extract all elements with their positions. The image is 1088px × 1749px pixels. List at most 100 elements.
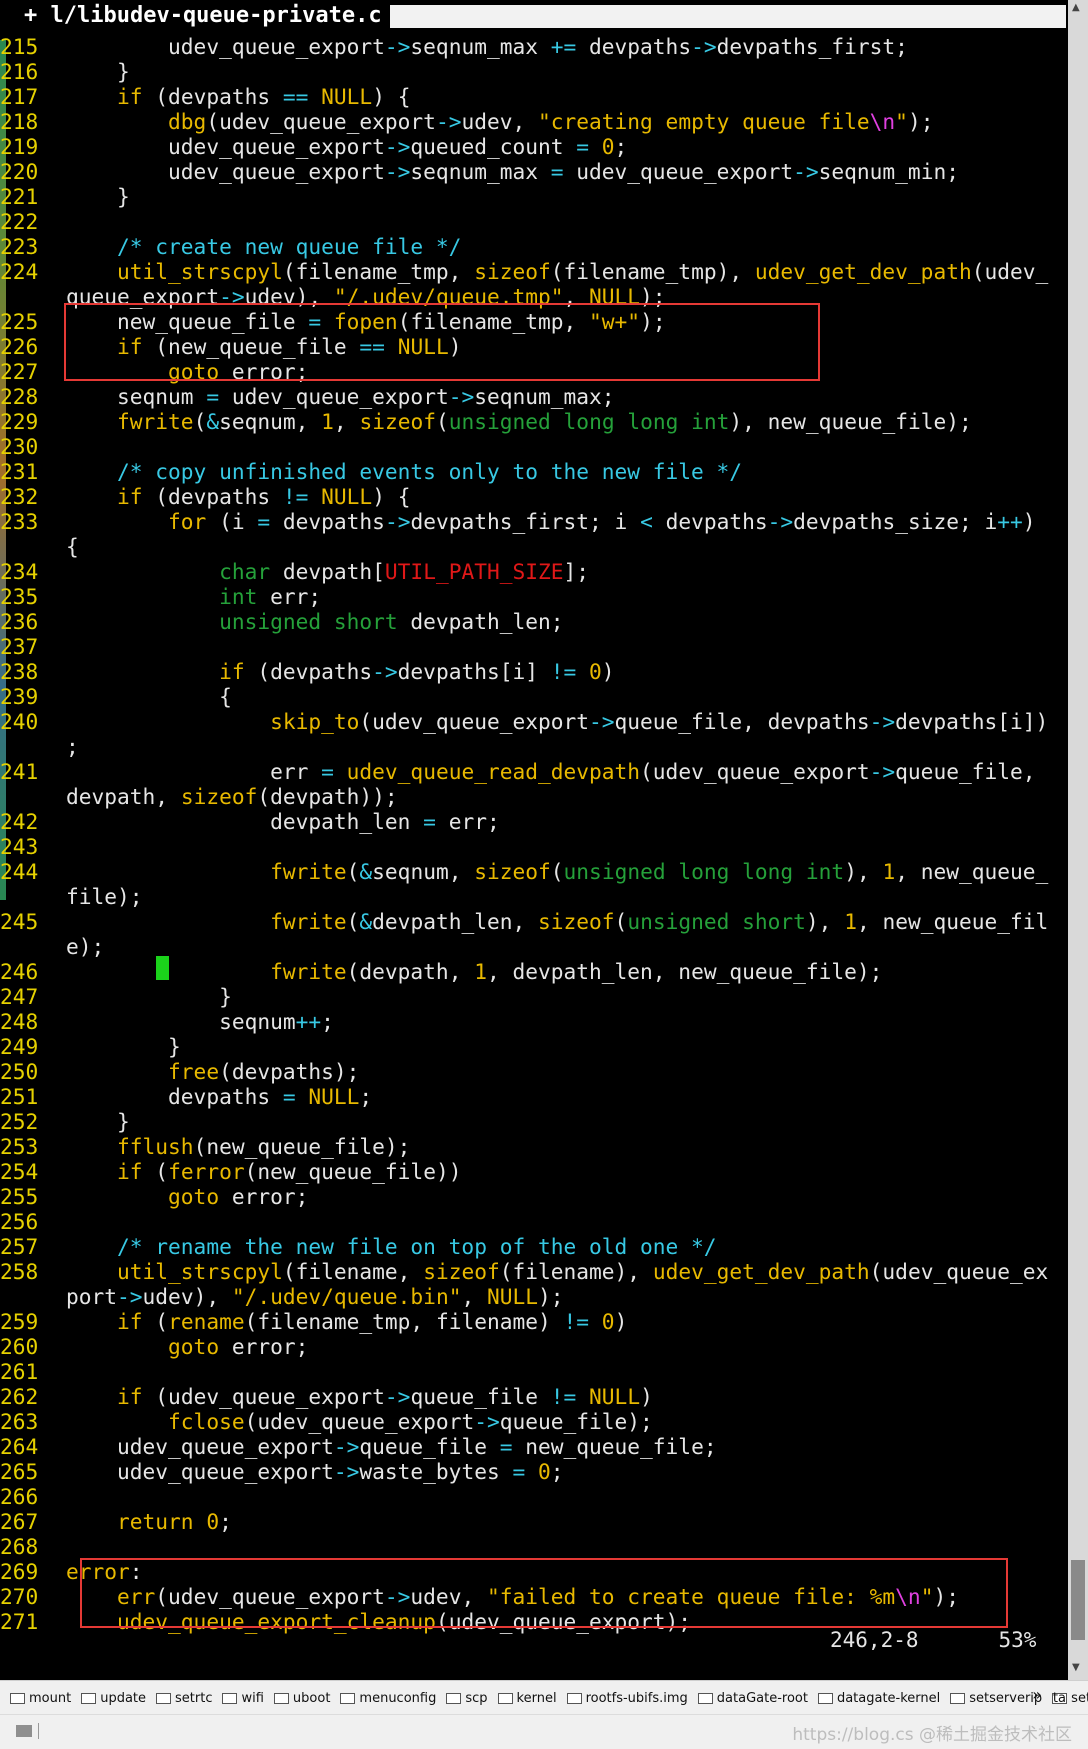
code-line[interactable]: 216 } bbox=[0, 59, 1048, 84]
code-line[interactable]: port->udev), "/.udev/queue.bin", NULL); bbox=[0, 1284, 1048, 1309]
code-text[interactable]: fflush(new_queue_file); bbox=[66, 1134, 410, 1159]
code-line[interactable]: 231 /* copy unfinished events only to th… bbox=[0, 459, 1048, 484]
code-line[interactable]: 254 if (ferror(new_queue_file)) bbox=[0, 1159, 1048, 1184]
code-text[interactable]: /* rename the new file on top of the old… bbox=[66, 1234, 717, 1259]
code-text[interactable]: dbg(udev_queue_export->udev, "creating e… bbox=[66, 109, 933, 134]
code-buffer[interactable]: 215 udev_queue_export->seqnum_max += dev… bbox=[0, 34, 1048, 1634]
code-text[interactable]: udev_queue_export->seqnum_max = udev_que… bbox=[66, 159, 959, 184]
code-text[interactable]: err(udev_queue_export->udev, "failed to … bbox=[66, 1584, 959, 1609]
bookmark-item[interactable]: datagate-kernel bbox=[817, 1691, 940, 1706]
code-text[interactable]: } bbox=[66, 59, 130, 84]
code-text[interactable]: fclose(udev_queue_export->queue_file); bbox=[66, 1409, 653, 1434]
code-line[interactable]: 266 bbox=[0, 1484, 1048, 1509]
code-line[interactable]: 260 goto error; bbox=[0, 1334, 1048, 1359]
code-text[interactable]: util_strscpyl(filename, sizeof(filename)… bbox=[66, 1259, 1048, 1284]
code-line[interactable]: 267 return 0; bbox=[0, 1509, 1048, 1534]
code-text[interactable]: if (ferror(new_queue_file)) bbox=[66, 1159, 461, 1184]
code-line[interactable]: 236 unsigned short devpath_len; bbox=[0, 609, 1048, 634]
code-line[interactable]: 227 goto error; bbox=[0, 359, 1048, 384]
code-text[interactable]: new_queue_file = fopen(filename_tmp, "w+… bbox=[66, 309, 666, 334]
code-text[interactable]: unsigned short devpath_len; bbox=[66, 609, 563, 634]
code-line[interactable]: ; bbox=[0, 734, 1048, 759]
code-text[interactable]: for (i = devpaths->devpaths_first; i < d… bbox=[66, 509, 1036, 534]
code-line[interactable]: 252 } bbox=[0, 1109, 1048, 1134]
scroll-up-icon[interactable]: ▲ bbox=[1072, 2, 1084, 14]
code-line[interactable]: devpath, sizeof(devpath)); bbox=[0, 784, 1048, 809]
code-text[interactable]: udev_queue_export->queue_file = new_queu… bbox=[66, 1434, 717, 1459]
code-line[interactable]: 221 } bbox=[0, 184, 1048, 209]
code-text[interactable]: return 0; bbox=[66, 1509, 232, 1534]
code-line[interactable]: 218 dbg(udev_queue_export->udev, "creati… bbox=[0, 109, 1048, 134]
code-text[interactable]: udev_queue_export_cleanup(udev_queue_exp… bbox=[66, 1609, 691, 1634]
code-text[interactable]: } bbox=[66, 984, 232, 1009]
code-text[interactable]: goto error; bbox=[66, 359, 308, 384]
code-text[interactable]: free(devpaths); bbox=[66, 1059, 359, 1084]
code-line[interactable]: 234 char devpath[UTIL_PATH_SIZE]; bbox=[0, 559, 1048, 584]
code-text[interactable]: devpaths = NULL; bbox=[66, 1084, 372, 1109]
code-text[interactable]: devpath, sizeof(devpath)); bbox=[66, 784, 398, 809]
code-line[interactable]: 242 devpath_len = err; bbox=[0, 809, 1048, 834]
code-text[interactable]: file); bbox=[66, 884, 143, 909]
bookmark-item[interactable]: uboot bbox=[273, 1691, 330, 1706]
code-text[interactable]: udev_queue_export->queued_count = 0; bbox=[66, 134, 627, 159]
code-line[interactable]: 232 if (devpaths != NULL) { bbox=[0, 484, 1048, 509]
code-line[interactable]: 220 udev_queue_export->seqnum_max = udev… bbox=[0, 159, 1048, 184]
code-text[interactable]: seqnum = udev_queue_export->seqnum_max; bbox=[66, 384, 615, 409]
code-text[interactable]: char devpath[UTIL_PATH_SIZE]; bbox=[66, 559, 589, 584]
code-text[interactable]: fwrite(&devpath_len, sizeof(unsigned sho… bbox=[66, 909, 1048, 934]
code-line[interactable]: file); bbox=[0, 884, 1048, 909]
bookmark-item[interactable]: menuconfig bbox=[340, 1691, 436, 1706]
vim-terminal[interactable]: + l/libudev-queue-private.c 215 udev_que… bbox=[0, 0, 1068, 1680]
bookmark-item[interactable]: setserverip bbox=[950, 1691, 1042, 1706]
bookmark-item[interactable]: dataGate-root bbox=[697, 1691, 808, 1706]
code-text[interactable]: { bbox=[66, 684, 232, 709]
code-line[interactable]: 269 error: bbox=[0, 1559, 1048, 1584]
code-line[interactable]: 239 { bbox=[0, 684, 1048, 709]
code-line[interactable]: 226 if (new_queue_file == NULL) bbox=[0, 334, 1048, 359]
code-text[interactable]: fwrite(&seqnum, sizeof(unsigned long lon… bbox=[66, 859, 1048, 884]
code-line[interactable]: 223 /* create new queue file */ bbox=[0, 234, 1048, 259]
code-line[interactable]: 248 seqnum++; bbox=[0, 1009, 1048, 1034]
code-line[interactable]: 244 fwrite(&seqnum, sizeof(unsigned long… bbox=[0, 859, 1048, 884]
code-text[interactable]: int err; bbox=[66, 584, 321, 609]
code-text[interactable]: error: bbox=[66, 1559, 143, 1584]
code-text[interactable]: } bbox=[66, 184, 130, 209]
code-text[interactable]: if (devpaths->devpaths[i] != 0) bbox=[66, 659, 615, 684]
vertical-scrollbar[interactable]: ▲ ▼ bbox=[1068, 0, 1088, 1680]
code-text[interactable]: goto error; bbox=[66, 1184, 308, 1209]
code-line[interactable]: 257 /* rename the new file on top of the… bbox=[0, 1234, 1048, 1259]
code-line[interactable]: 222 bbox=[0, 209, 1048, 234]
bookmark-item[interactable]: mount bbox=[10, 1691, 71, 1706]
code-line[interactable]: 215 udev_queue_export->seqnum_max += dev… bbox=[0, 34, 1048, 59]
code-text[interactable]: } bbox=[66, 1034, 181, 1059]
code-line[interactable]: 228 seqnum = udev_queue_export->seqnum_m… bbox=[0, 384, 1048, 409]
code-line[interactable]: 263 fclose(udev_queue_export->queue_file… bbox=[0, 1409, 1048, 1434]
bookmarks-more-icon[interactable]: » bbox=[1032, 1685, 1042, 1704]
code-text[interactable]: e); bbox=[66, 934, 104, 959]
code-line[interactable]: 253 fflush(new_queue_file); bbox=[0, 1134, 1048, 1159]
bookmark-item[interactable]: scp bbox=[446, 1691, 488, 1706]
code-line[interactable]: 230 bbox=[0, 434, 1048, 459]
code-text[interactable]: skip_to(udev_queue_export->queue_file, d… bbox=[66, 709, 1048, 734]
scroll-down-icon[interactable]: ▼ bbox=[1072, 1662, 1084, 1674]
code-text[interactable]: { bbox=[66, 534, 79, 559]
code-line[interactable]: 224 util_strscpyl(filename_tmp, sizeof(f… bbox=[0, 259, 1048, 284]
code-line[interactable]: 243 bbox=[0, 834, 1048, 859]
code-text[interactable]: if (devpaths != NULL) { bbox=[66, 484, 410, 509]
code-line[interactable]: 264 udev_queue_export->queue_file = new_… bbox=[0, 1434, 1048, 1459]
code-text[interactable]: } bbox=[66, 1109, 130, 1134]
code-line[interactable]: 255 goto error; bbox=[0, 1184, 1048, 1209]
code-text[interactable]: /* copy unfinished events only to the ne… bbox=[66, 459, 742, 484]
bookmark-item[interactable]: kernel bbox=[497, 1691, 557, 1706]
code-line[interactable]: 270 err(udev_queue_export->udev, "failed… bbox=[0, 1584, 1048, 1609]
code-line[interactable]: 258 util_strscpyl(filename, sizeof(filen… bbox=[0, 1259, 1048, 1284]
code-text[interactable]: util_strscpyl(filename_tmp, sizeof(filen… bbox=[66, 259, 1048, 284]
code-line[interactable]: 217 if (devpaths == NULL) { bbox=[0, 84, 1048, 109]
code-line[interactable]: 245 fwrite(&devpath_len, sizeof(unsigned… bbox=[0, 909, 1048, 934]
code-line[interactable]: 259 if (rename(filename_tmp, filename) !… bbox=[0, 1309, 1048, 1334]
code-line[interactable]: 251 devpaths = NULL; bbox=[0, 1084, 1048, 1109]
code-text[interactable]: err = udev_queue_read_devpath(udev_queue… bbox=[66, 759, 1035, 784]
code-text[interactable]: fwrite(&seqnum, 1, sizeof(unsigned long … bbox=[66, 409, 972, 434]
tab-active-file[interactable]: + l/libudev-queue-private.c bbox=[10, 2, 396, 29]
code-text[interactable]: queue_export->udev), "/.udev/queue.tmp",… bbox=[66, 284, 666, 309]
